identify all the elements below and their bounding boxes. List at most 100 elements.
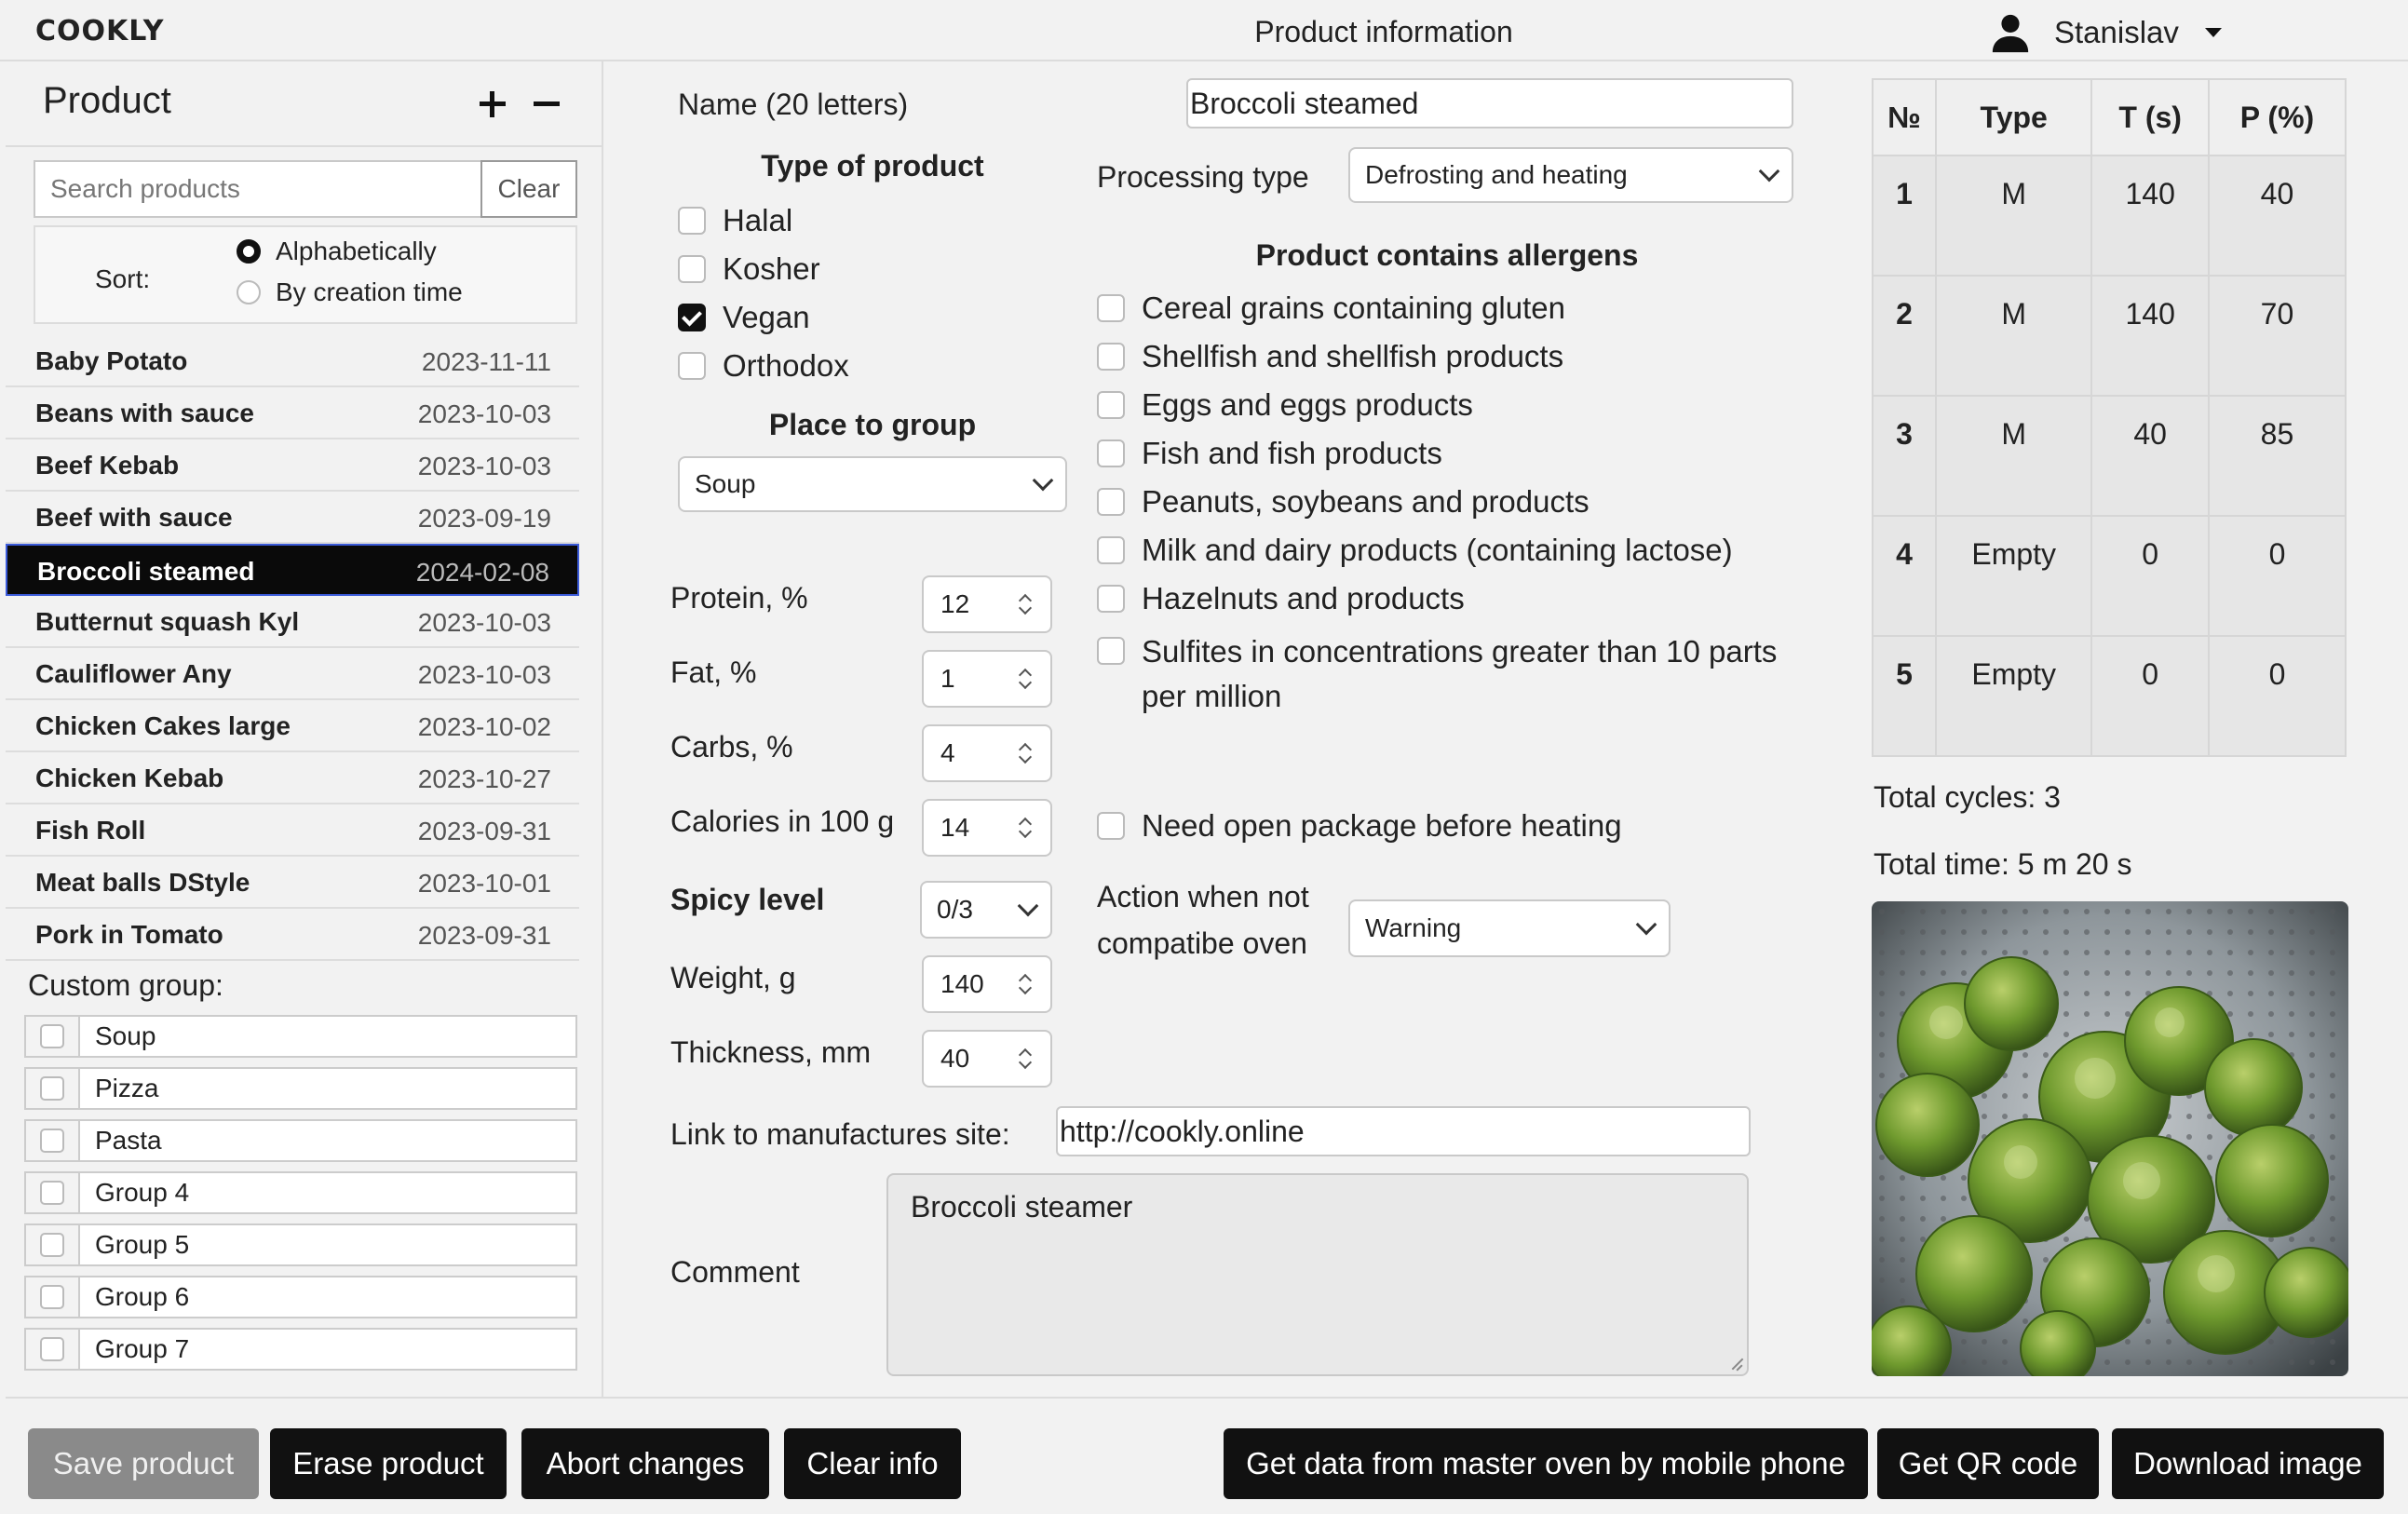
custom-group-checkbox[interactable] xyxy=(26,1277,80,1317)
checkbox-icon xyxy=(1097,812,1125,840)
spinner-icon[interactable] xyxy=(1019,1048,1032,1071)
fat-input[interactable]: 1 xyxy=(922,650,1052,708)
action-label: Action when not compatibe oven xyxy=(1097,880,1309,960)
sort-by-creation-radio[interactable]: By creation time xyxy=(237,277,463,307)
protein-input[interactable]: 12 xyxy=(922,575,1052,633)
product-list-item[interactable]: Chicken Kebab 2023-10-27 xyxy=(6,752,579,804)
action-select[interactable]: Warning xyxy=(1348,899,1671,957)
custom-group-item[interactable]: Pizza xyxy=(24,1067,577,1110)
custom-group-checkbox[interactable] xyxy=(26,1069,80,1108)
product-list-item[interactable]: Beef with sauce 2023-09-19 xyxy=(6,492,579,544)
product-date: 2023-09-31 xyxy=(417,817,551,845)
custom-group-checkbox[interactable] xyxy=(26,1173,80,1212)
type-orthodox-checkbox[interactable]: Orthodox xyxy=(678,348,849,384)
group-select[interactable]: Soup xyxy=(678,456,1067,512)
allergen-checkbox[interactable]: Fish and fish products xyxy=(1097,436,1442,471)
erase-product-button[interactable]: Erase product xyxy=(270,1428,507,1499)
custom-group-checkbox[interactable] xyxy=(26,1121,80,1160)
table-row[interactable]: 1 M 140 40 xyxy=(1871,155,2347,277)
save-product-button[interactable]: Save product xyxy=(28,1428,259,1499)
get-data-from-master-oven-button[interactable]: Get data from master oven by mobile phon… xyxy=(1224,1428,1868,1499)
abort-changes-button[interactable]: Abort changes xyxy=(521,1428,769,1499)
custom-group-checkbox[interactable] xyxy=(26,1330,80,1369)
calories-input[interactable]: 14 xyxy=(922,799,1052,857)
type-of-product-heading: Type of product xyxy=(761,149,984,182)
processing-type-select[interactable]: Defrosting and heating xyxy=(1348,147,1793,203)
custom-group-item[interactable]: Group 6 xyxy=(24,1276,577,1318)
clear-info-button[interactable]: Clear info xyxy=(784,1428,961,1499)
allergen-checkbox[interactable]: Cereal grains containing gluten xyxy=(1097,291,1565,326)
column-header: № xyxy=(1871,78,1938,156)
allergen-checkbox[interactable]: Eggs and eggs products xyxy=(1097,387,1473,423)
weight-input[interactable]: 140 xyxy=(922,955,1052,1013)
custom-group-item[interactable]: Pasta xyxy=(24,1119,577,1162)
spicy-level-value: 0/3 xyxy=(937,895,973,924)
spinner-icon[interactable] xyxy=(1019,594,1032,616)
table-row[interactable]: 4 Empty 0 0 xyxy=(1871,515,2347,637)
custom-group-item[interactable]: Soup xyxy=(24,1015,577,1058)
spinner-icon[interactable] xyxy=(1019,818,1032,840)
product-image[interactable] xyxy=(1872,901,2348,1376)
add-product-button[interactable] xyxy=(475,86,512,123)
product-list-item[interactable]: Meat balls DStyle 2023-10-01 xyxy=(6,857,579,909)
checkbox-icon xyxy=(678,352,706,380)
product-date: 2023-10-03 xyxy=(417,608,551,637)
custom-group-item[interactable]: Group 5 xyxy=(24,1223,577,1266)
product-list-item[interactable]: Cauliflower Any 2023-10-03 xyxy=(6,648,579,700)
custom-group-checkbox[interactable] xyxy=(26,1017,80,1056)
product-list-item[interactable]: Butternut squash Kyl 2023-10-03 xyxy=(6,596,579,648)
table-cell: 85 xyxy=(2207,395,2347,517)
get-qr-code-button[interactable]: Get QR code xyxy=(1877,1428,2099,1499)
user-menu[interactable]: Stanislav xyxy=(1989,11,2222,54)
allergen-checkbox[interactable]: Milk and dairy products (containing lact… xyxy=(1097,533,1733,568)
resize-grip-icon[interactable] xyxy=(1730,1358,1743,1371)
comment-textarea[interactable]: Broccoli steamer xyxy=(886,1173,1749,1376)
spicy-level-select[interactable]: 0/3 xyxy=(920,881,1052,939)
allergen-label: Fish and fish products xyxy=(1142,436,1442,470)
caret-down-icon xyxy=(2204,28,2222,37)
custom-group-item[interactable]: Group 7 xyxy=(24,1328,577,1371)
search-input[interactable] xyxy=(34,160,480,218)
product-list-item[interactable]: Beef Kebab 2023-10-03 xyxy=(6,439,579,492)
table-row[interactable]: 3 M 40 85 xyxy=(1871,395,2347,517)
download-image-button[interactable]: Download image xyxy=(2112,1428,2384,1499)
radio-checked-icon xyxy=(237,239,261,264)
spinner-icon[interactable] xyxy=(1019,669,1032,691)
type-vegan-checkbox[interactable]: Vegan xyxy=(678,300,810,335)
product-list-item[interactable]: Chicken Cakes large 2023-10-02 xyxy=(6,700,579,752)
protein-value: 12 xyxy=(940,589,970,618)
table-cell: M xyxy=(1935,395,2093,517)
checkbox-label: Orthodox xyxy=(723,348,849,383)
remove-product-button[interactable] xyxy=(529,86,566,123)
product-list-item-selected[interactable]: Broccoli steamed 2024-02-08 xyxy=(6,544,579,596)
carbs-input[interactable]: 4 xyxy=(922,724,1052,782)
clear-search-button[interactable]: Clear xyxy=(480,160,577,218)
thickness-input[interactable]: 40 xyxy=(922,1030,1052,1088)
custom-group-list: Soup Pizza Pasta Group 4 Group 5 Group 6… xyxy=(24,1015,577,1380)
allergen-checkbox[interactable]: Peanuts, soybeans and products xyxy=(1097,484,1590,520)
allergen-checkbox[interactable]: Hazelnuts and products xyxy=(1097,581,1465,616)
custom-group-item[interactable]: Group 4 xyxy=(24,1171,577,1214)
table-row[interactable]: 2 M 140 70 xyxy=(1871,275,2347,397)
spinner-icon[interactable] xyxy=(1019,974,1032,996)
product-list-item[interactable]: Beans with sauce 2023-10-03 xyxy=(6,387,579,439)
allergen-checkbox[interactable]: Sulfites in concentrations greater than … xyxy=(1097,629,1805,719)
name-input[interactable]: Broccoli steamed xyxy=(1186,78,1793,128)
product-list-item[interactable]: Fish Roll 2023-09-31 xyxy=(6,804,579,857)
type-halal-checkbox[interactable]: Halal xyxy=(678,203,792,238)
table-row[interactable]: 5 Empty 0 0 xyxy=(1871,635,2347,757)
sort-alphabetically-radio[interactable]: Alphabetically xyxy=(237,237,437,266)
link-input[interactable]: http://cookly.online xyxy=(1056,1106,1751,1156)
product-date: 2023-10-03 xyxy=(417,660,551,689)
product-list: Baby Potato 2023-11-11 Beans with sauce 20… xyxy=(6,335,603,961)
product-list-item[interactable]: Baby Potato 2023-11-11 xyxy=(6,335,579,387)
type-kosher-checkbox[interactable]: Kosher xyxy=(678,251,820,287)
search-bar: Clear xyxy=(34,160,577,218)
open-package-checkbox[interactable]: Need open package before heating xyxy=(1097,808,1622,844)
custom-group-name: Group 6 xyxy=(95,1282,190,1311)
product-list-item[interactable]: Pork in Tomato 2023-09-31 xyxy=(6,909,579,961)
custom-group-checkbox[interactable] xyxy=(26,1225,80,1264)
spinner-icon[interactable] xyxy=(1019,743,1032,765)
allergen-checkbox[interactable]: Shellfish and shellfish products xyxy=(1097,339,1563,374)
name-label: Name (20 letters) xyxy=(678,88,909,121)
